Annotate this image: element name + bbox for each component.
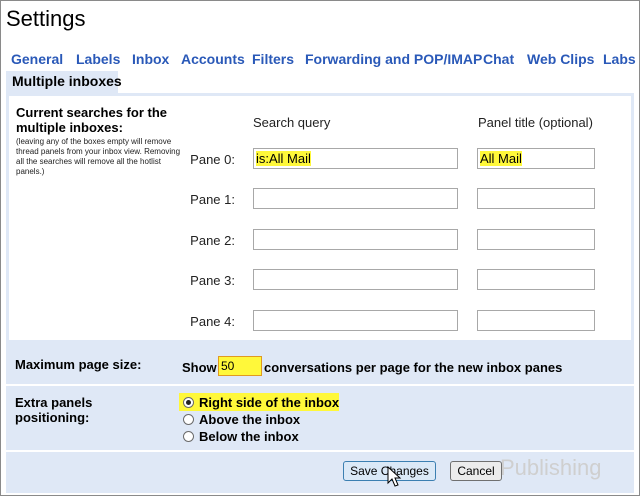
tab-accounts[interactable]: Accounts	[181, 51, 245, 67]
tab-labels[interactable]: Labels	[76, 51, 120, 67]
radio-below[interactable]	[183, 431, 194, 442]
page-title: Settings	[6, 6, 86, 31]
pane-3-query-input[interactable]	[253, 269, 458, 290]
searches-heading: Current searches for the multiple inboxe…	[16, 105, 167, 135]
tab-multiple-inboxes-label: Multiple inboxes	[12, 73, 122, 89]
pane-1-title-input[interactable]	[477, 188, 595, 209]
section-divider	[6, 384, 634, 386]
pane-0-title-input[interactable]: All Mail	[477, 148, 595, 169]
radio-above[interactable]	[183, 414, 194, 425]
panel-title-header: Panel title (optional)	[478, 115, 593, 130]
tab-forwarding[interactable]: Forwarding and POP/IMAP	[305, 51, 482, 67]
pane-3-label: Pane 3:	[190, 273, 235, 288]
positioning-label: Extra panels positioning:	[15, 395, 93, 425]
search-query-header: Search query	[253, 115, 331, 130]
radio-right-side[interactable]	[183, 397, 194, 408]
pane-3-title-input[interactable]	[477, 269, 595, 290]
mouse-cursor-icon	[387, 466, 402, 487]
pane-0-label: Pane 0:	[190, 152, 235, 167]
radio-right-side-label[interactable]: Right side of the inbox	[199, 395, 339, 410]
pane-0-query-input[interactable]: is:All Mail	[253, 148, 458, 169]
page-size-prefix: Show	[182, 360, 217, 375]
tab-general[interactable]: General	[11, 51, 63, 67]
searches-section: Current searches for the multiple inboxe…	[6, 93, 634, 343]
radio-below-label[interactable]: Below the inbox	[199, 429, 299, 444]
searches-note: (leaving any of the boxes empty will rem…	[16, 137, 181, 176]
settings-panel: Current searches for the multiple inboxe…	[6, 93, 634, 493]
cancel-button[interactable]: Cancel	[450, 461, 502, 481]
pane-1-query-input[interactable]	[253, 188, 458, 209]
page-size-suffix: conversations per page for the new inbox…	[264, 360, 563, 375]
tab-chat[interactable]: Chat	[483, 51, 514, 67]
radio-above-label[interactable]: Above the inbox	[199, 412, 300, 427]
tab-labs[interactable]: Labs	[603, 51, 636, 67]
pane-2-label: Pane 2:	[190, 233, 235, 248]
buttons-divider	[6, 450, 634, 452]
pane-4-label: Pane 4:	[190, 314, 235, 329]
pane-0-title-value: All Mail	[480, 151, 522, 166]
tab-inbox[interactable]: Inbox	[132, 51, 169, 67]
pane-4-title-input[interactable]	[477, 310, 595, 331]
tab-multiple-inboxes[interactable]: Multiple inboxes	[6, 71, 122, 93]
pane-2-query-input[interactable]	[253, 229, 458, 250]
tab-filters[interactable]: Filters	[252, 51, 294, 67]
page-size-input[interactable]: 50	[218, 356, 262, 376]
page-size-label: Maximum page size:	[15, 357, 142, 372]
tab-web-clips[interactable]: Web Clips	[527, 51, 594, 67]
pane-2-title-input[interactable]	[477, 229, 595, 250]
pane-4-query-input[interactable]	[253, 310, 458, 331]
pane-1-label: Pane 1:	[190, 192, 235, 207]
watermark-text: Publishing	[500, 455, 602, 480]
pane-0-query-value: is:All Mail	[256, 151, 311, 166]
settings-tabs: General Labels Inbox Accounts Filters Fo…	[0, 51, 640, 71]
